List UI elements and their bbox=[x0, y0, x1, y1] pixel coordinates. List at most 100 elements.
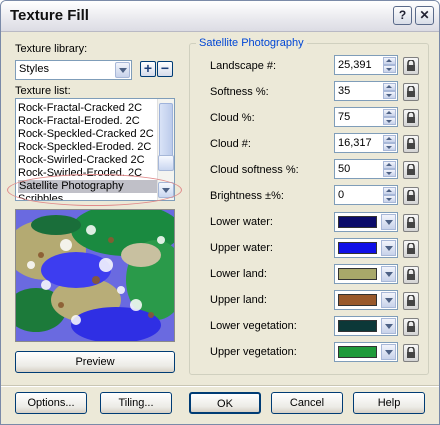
spin-buttons[interactable] bbox=[383, 109, 396, 125]
upper-land-label: Upper land: bbox=[210, 294, 267, 306]
upper-land-color-picker[interactable] bbox=[334, 290, 398, 310]
texture-library-select[interactable]: Styles bbox=[15, 60, 132, 80]
options-button[interactable]: Options... bbox=[15, 392, 87, 414]
list-item[interactable]: Rock-Fractal-Eroded. 2C bbox=[18, 115, 140, 128]
cancel-button[interactable]: Cancel bbox=[271, 392, 343, 414]
lock-icon bbox=[407, 295, 415, 306]
cloud-number-lock-button[interactable] bbox=[403, 135, 419, 153]
upper-vegetation-color-picker[interactable] bbox=[334, 342, 398, 362]
lower-water-color-picker[interactable] bbox=[334, 212, 398, 232]
separator bbox=[1, 385, 439, 387]
tiling-button[interactable]: Tiling... bbox=[100, 392, 172, 414]
ok-button[interactable]: OK bbox=[189, 392, 261, 414]
add-library-button[interactable]: + bbox=[140, 61, 156, 77]
list-item[interactable]: Rock-Swirled-Cracked 2C bbox=[18, 154, 145, 167]
upper-water-label: Upper water: bbox=[210, 242, 273, 254]
lock-icon bbox=[407, 112, 415, 123]
color-swatch bbox=[338, 346, 377, 358]
group-title: Satellite Photography bbox=[196, 37, 307, 49]
chevron-down-icon[interactable] bbox=[115, 62, 130, 78]
softness-spinner[interactable]: 35 bbox=[334, 81, 398, 101]
spin-up-icon[interactable] bbox=[383, 187, 396, 195]
spin-up-icon[interactable] bbox=[383, 109, 396, 117]
list-item[interactable]: Rock-Speckled-Eroded. 2C bbox=[18, 141, 151, 154]
landscape-spinner[interactable]: 25,391 bbox=[334, 55, 398, 75]
spin-buttons[interactable] bbox=[383, 187, 396, 203]
cloud-percent-lock-button[interactable] bbox=[403, 109, 419, 127]
texture-fill-dialog: Texture Fill ? ✕ Texture library: Styles… bbox=[0, 0, 440, 425]
lower-land-color-picker[interactable] bbox=[334, 264, 398, 284]
spin-down-icon[interactable] bbox=[383, 117, 396, 125]
spin-up-icon[interactable] bbox=[383, 57, 396, 65]
lower-water-label: Lower water: bbox=[210, 216, 273, 228]
list-item[interactable]: Rock-Fractal-Cracked 2C bbox=[18, 102, 142, 115]
color-swatch bbox=[338, 294, 377, 306]
spin-down-icon[interactable] bbox=[383, 65, 396, 73]
upper-water-color-picker[interactable] bbox=[334, 238, 398, 258]
preview-button[interactable]: Preview bbox=[15, 351, 175, 373]
lock-icon bbox=[407, 164, 415, 175]
spin-buttons[interactable] bbox=[383, 83, 396, 99]
chevron-down-icon[interactable] bbox=[381, 214, 396, 230]
brightness-lock-button[interactable] bbox=[403, 187, 419, 205]
color-swatch bbox=[338, 268, 377, 280]
spin-buttons[interactable] bbox=[383, 135, 396, 151]
spin-up-icon[interactable] bbox=[383, 135, 396, 143]
cloud-softness-value[interactable]: 50 bbox=[338, 163, 350, 175]
texture-library-label: Texture library: bbox=[15, 43, 88, 55]
close-button[interactable]: ✕ bbox=[415, 6, 434, 25]
chevron-down-icon[interactable] bbox=[381, 240, 396, 256]
landscape-label: Landscape #: bbox=[210, 60, 277, 72]
cloud-softness-lock-button[interactable] bbox=[403, 161, 419, 179]
scroll-down-button[interactable] bbox=[158, 155, 174, 171]
brightness-label: Brightness ±%: bbox=[210, 190, 284, 202]
cloud-percent-value[interactable]: 75 bbox=[338, 111, 350, 123]
selection-highlight-annotation bbox=[7, 174, 182, 206]
lock-icon bbox=[407, 269, 415, 280]
chevron-down-icon[interactable] bbox=[381, 318, 396, 334]
lower-land-label: Lower land: bbox=[210, 268, 267, 280]
chevron-down-icon[interactable] bbox=[381, 292, 396, 308]
lock-icon bbox=[407, 60, 415, 71]
brightness-value[interactable]: 0 bbox=[338, 189, 344, 201]
cloud-softness-spinner[interactable]: 50 bbox=[334, 159, 398, 179]
chevron-down-icon[interactable] bbox=[381, 344, 396, 360]
spin-down-icon[interactable] bbox=[383, 195, 396, 203]
spin-down-icon[interactable] bbox=[383, 91, 396, 99]
cloud-number-spinner[interactable]: 16,317 bbox=[334, 133, 398, 153]
cloud-percent-label: Cloud %: bbox=[210, 112, 255, 124]
spin-buttons[interactable] bbox=[383, 161, 396, 177]
spin-buttons[interactable] bbox=[383, 57, 396, 73]
lower-vegetation-lock-button[interactable] bbox=[403, 318, 419, 336]
softness-value[interactable]: 35 bbox=[338, 85, 350, 97]
upper-water-lock-button[interactable] bbox=[403, 240, 419, 258]
help-title-button[interactable]: ? bbox=[393, 6, 412, 25]
landscape-value[interactable]: 25,391 bbox=[338, 59, 372, 71]
spin-up-icon[interactable] bbox=[383, 83, 396, 91]
softness-lock-button[interactable] bbox=[403, 83, 419, 101]
upper-vegetation-lock-button[interactable] bbox=[403, 344, 419, 362]
lower-land-lock-button[interactable] bbox=[403, 266, 419, 284]
lower-vegetation-color-picker[interactable] bbox=[334, 316, 398, 336]
help-button[interactable]: Help bbox=[353, 392, 425, 414]
cloud-percent-spinner[interactable]: 75 bbox=[334, 107, 398, 127]
remove-library-button[interactable]: − bbox=[157, 61, 173, 77]
chevron-down-icon[interactable] bbox=[381, 266, 396, 282]
lower-vegetation-label: Lower vegetation: bbox=[210, 320, 297, 332]
brightness-spinner[interactable]: 0 bbox=[334, 185, 398, 205]
lock-icon bbox=[407, 190, 415, 201]
color-swatch bbox=[338, 242, 377, 254]
list-item[interactable]: Rock-Speckled-Cracked 2C bbox=[18, 128, 154, 141]
upper-land-lock-button[interactable] bbox=[403, 292, 419, 310]
landscape-lock-button[interactable] bbox=[403, 57, 419, 75]
cloud-softness-label: Cloud softness %: bbox=[210, 164, 299, 176]
texture-library-value: Styles bbox=[19, 63, 49, 75]
spin-up-icon[interactable] bbox=[383, 161, 396, 169]
spin-down-icon[interactable] bbox=[383, 143, 396, 151]
color-swatch bbox=[338, 320, 377, 332]
lower-water-lock-button[interactable] bbox=[403, 214, 419, 232]
cloud-number-value[interactable]: 16,317 bbox=[338, 137, 372, 149]
softness-label: Softness %: bbox=[210, 86, 269, 98]
texture-list-label: Texture list: bbox=[15, 85, 71, 97]
spin-down-icon[interactable] bbox=[383, 169, 396, 177]
